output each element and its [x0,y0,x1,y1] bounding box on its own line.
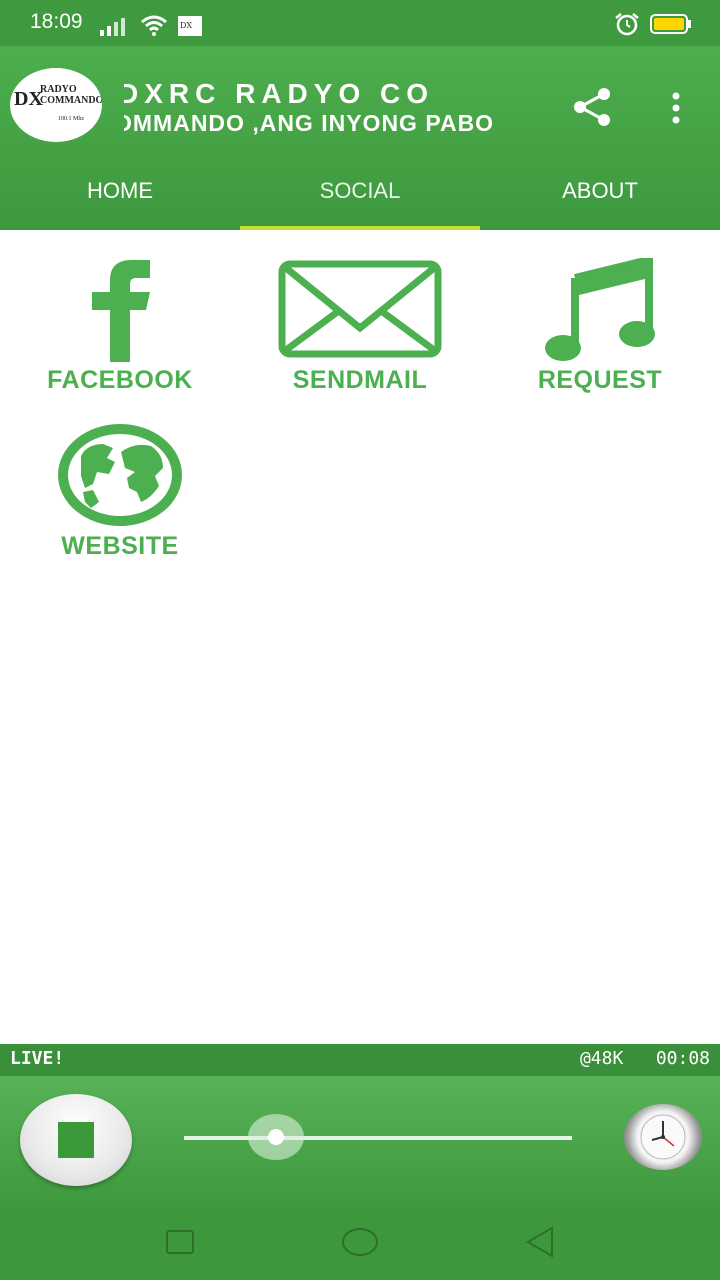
audio-player: LIVE! @48K 00:08 [0,1044,720,1214]
tab-home[interactable]: HOME [0,166,240,230]
request-label: REQUEST [537,366,663,394]
marquee-line-1: DXRC RADYO CO [124,78,435,109]
status-bar: 18:09 DX [0,0,720,46]
elapsed-time: 00:08 [655,1048,710,1069]
tab-bar: HOME SOCIAL ABOUT [0,166,720,230]
facebook-icon [92,260,150,362]
station-title-marquee: DXRC RADYO CO OMMANDO ,ANG INYONG PABO [124,76,544,136]
recents-icon[interactable] [164,1228,196,1256]
facebook-tile[interactable]: FACEBOOK [0,258,240,395]
app-bar: DX RADYO COMMANDO 100.1 Mhz DXRC RADYO CO… [0,46,720,230]
stop-icon [58,1122,94,1158]
player-info-bar: LIVE! @48K 00:08 [0,1044,720,1076]
tab-about[interactable]: ABOUT [480,166,720,230]
svg-text:DX: DX [180,21,192,30]
alarm-icon [615,13,639,36]
envelope-icon [278,260,442,358]
more-vert-icon[interactable] [662,86,690,130]
website-tile[interactable]: WEBSITE [0,422,240,561]
sendmail-label: SENDMAIL [292,366,428,394]
battery-icon [650,14,691,34]
volume-slider[interactable] [184,1114,572,1160]
request-tile[interactable]: REQUEST [480,258,720,395]
back-icon[interactable] [524,1226,556,1258]
station-logo: DX RADYO COMMANDO 100.1 Mhz [10,68,102,142]
share-icon[interactable] [570,84,616,130]
sleep-timer-button[interactable] [624,1104,702,1170]
clock-icon [640,1114,686,1160]
signal-icon [100,18,125,36]
radio-commando-notification-icon: DX [178,16,202,36]
marquee-line-2: OMMANDO ,ANG INYONG PABO [124,110,495,136]
bitrate-label: @48K [579,1048,624,1069]
home-icon[interactable] [340,1226,380,1258]
website-label: WEBSITE [61,532,179,560]
music-note-icon [545,258,655,361]
stop-button[interactable] [20,1094,132,1186]
globe-icon [58,424,182,526]
tab-social[interactable]: SOCIAL [240,166,480,230]
sendmail-tile[interactable]: SENDMAIL [240,258,480,395]
live-label: LIVE! [10,1048,65,1069]
wifi-icon [141,15,167,36]
facebook-label: FACEBOOK [47,366,193,394]
status-time: 18:09 [30,10,83,33]
volume-slider-knob[interactable] [247,1114,304,1160]
system-nav-bar [0,1214,720,1280]
